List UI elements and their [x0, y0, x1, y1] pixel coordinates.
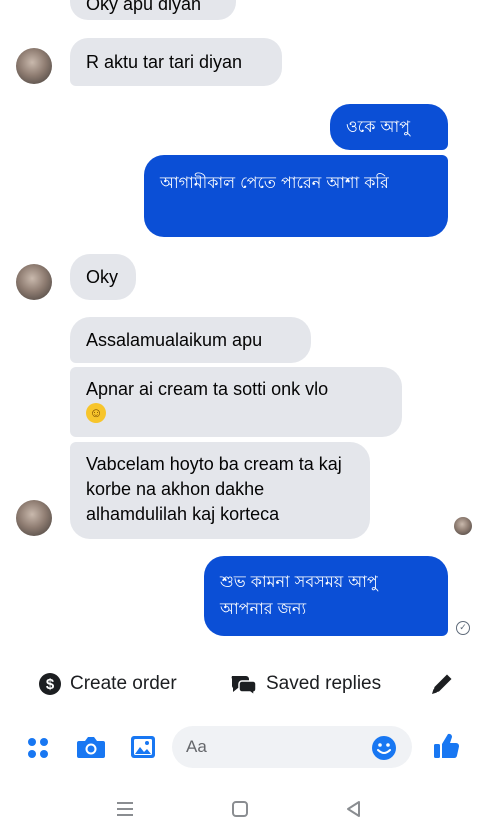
- emoji-icon[interactable]: [370, 734, 398, 762]
- seen-indicator-avatar: [454, 517, 472, 535]
- message-text: শুভ কামনা সবসময় আপু আপনার জন্য: [220, 572, 378, 618]
- message-text: আগামীকাল পেতে পারেন আশা করি: [160, 173, 389, 192]
- saved-replies-label: Saved replies: [266, 673, 382, 694]
- smiling-face-icon: ☺: [86, 403, 106, 424]
- message-bubble-incoming[interactable]: Oky: [70, 254, 136, 300]
- svg-text:$: $: [46, 676, 55, 693]
- saved-replies-button[interactable]: Saved replies: [230, 666, 381, 702]
- message-input-placeholder: Aa: [186, 737, 207, 756]
- like-icon[interactable]: [430, 730, 462, 762]
- message-text: ওকে আপু: [346, 117, 411, 136]
- apps-grid-icon[interactable]: [24, 734, 52, 762]
- contact-avatar[interactable]: [16, 264, 52, 300]
- message-text: Apnar ai cream ta sotti onk vlo: [86, 379, 329, 399]
- message-text: Oky apu diyan: [86, 0, 202, 14]
- quick-actions-bar: $ Create order Saved replies: [0, 660, 480, 706]
- message-bubble-outgoing[interactable]: ওকে আপু: [330, 104, 448, 150]
- message-thread: Oky apu diyan R aktu tar tari diyan ওকে …: [0, 0, 480, 655]
- create-order-label: Create order: [70, 673, 177, 694]
- message-text: Vabcelam hoyto ba cream ta kaj korbe na …: [86, 454, 342, 524]
- message-bubble-incoming[interactable]: Oky apu diyan: [70, 0, 236, 20]
- message-text: Assalamualaikum apu: [86, 330, 263, 350]
- dollar-icon: $: [39, 673, 61, 695]
- saved-replies-icon: [231, 676, 257, 696]
- message-bubble-incoming[interactable]: Vabcelam hoyto ba cream ta kaj korbe na …: [70, 442, 370, 539]
- create-order-button[interactable]: $ Create order: [38, 666, 177, 702]
- message-bubble-outgoing[interactable]: শুভ কামনা সবসময় আপু আপনার জন্য: [204, 556, 448, 636]
- message-text: R aktu tar tari diyan: [86, 52, 243, 72]
- nav-menu-icon[interactable]: [112, 796, 138, 822]
- message-bubble-incoming[interactable]: Apnar ai cream ta sotti onk vlo ☺: [70, 367, 402, 437]
- message-bubble-outgoing[interactable]: আগামীকাল পেতে পারেন আশা করি: [144, 155, 448, 237]
- message-bubble-incoming[interactable]: R aktu tar tari diyan: [70, 38, 282, 86]
- delivered-check-icon: ✓: [456, 621, 470, 635]
- system-navigation-bar: [0, 778, 480, 839]
- message-composer: Aa: [0, 720, 480, 774]
- camera-icon[interactable]: [74, 732, 108, 762]
- message-bubble-incoming[interactable]: Assalamualaikum apu: [70, 317, 311, 363]
- message-text: Oky: [86, 267, 119, 287]
- nav-back-icon[interactable]: [341, 796, 367, 822]
- nav-home-icon[interactable]: [227, 796, 253, 822]
- contact-avatar[interactable]: [16, 48, 52, 84]
- gallery-icon[interactable]: [128, 732, 158, 762]
- pencil-icon[interactable]: [426, 668, 458, 700]
- contact-avatar[interactable]: [16, 500, 52, 536]
